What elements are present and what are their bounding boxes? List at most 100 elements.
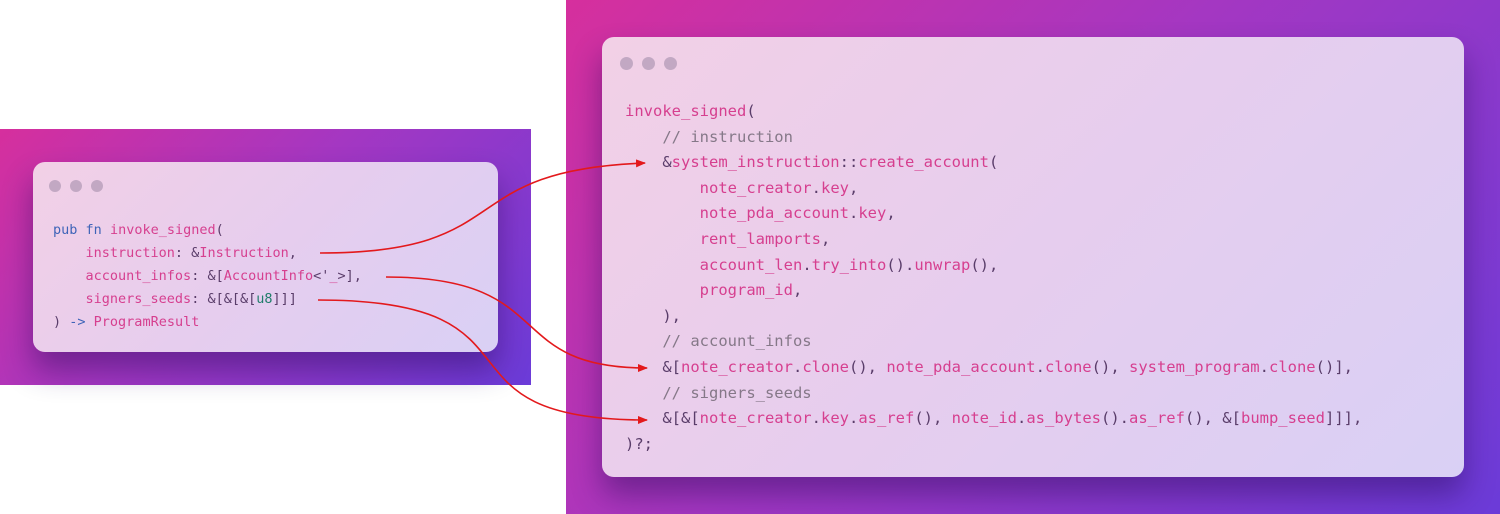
window-dot-icon <box>642 57 655 70</box>
code-token: (). <box>1100 409 1129 428</box>
code-line: rent_lamports, <box>625 227 1362 253</box>
code-token: ]]], <box>1324 409 1363 428</box>
code-token: key <box>820 409 849 428</box>
code-token: _ <box>329 268 338 284</box>
code-token: Instruction <box>199 245 289 261</box>
code-token: account_len <box>699 255 803 274</box>
code-token: create_account <box>858 153 989 172</box>
code-token: try_into <box>811 255 887 274</box>
code-line: // instruction <box>625 125 1362 151</box>
code-token: : &[&[&[ <box>191 291 257 307</box>
code-token: note_creator <box>681 357 793 376</box>
code-line: note_creator.key, <box>625 176 1362 202</box>
code-token: unwrap <box>914 255 971 274</box>
code-token: ]]] <box>272 291 297 307</box>
code-token: )?; <box>625 434 653 453</box>
code-token: system_instruction <box>671 153 840 172</box>
code-token: clone <box>1044 357 1092 376</box>
call-code-card: invoke_signed( // instruction &system_in… <box>602 37 1464 477</box>
code-token: (), <box>970 255 999 274</box>
code-token: : & <box>174 245 200 261</box>
code-token: as_ref <box>858 409 915 428</box>
code-token: key <box>820 178 849 197</box>
code-token: signers_seeds <box>85 291 192 307</box>
code-line: &[&[note_creator.key.as_ref(), note_id.a… <box>625 406 1362 432</box>
code-token: , <box>792 281 803 300</box>
code-token: invoke_signed <box>109 222 216 238</box>
code-token: -> <box>69 314 86 330</box>
code-token: . <box>1016 409 1027 428</box>
code-token: instruction <box>85 245 175 261</box>
signature-code-card: pub fn invoke_signed( instruction: &Inst… <box>33 162 498 352</box>
code-line: account_infos: &[AccountInfo<'_>], <box>53 265 362 288</box>
code-token: (), <box>1091 357 1129 376</box>
code-token: // account_infos <box>662 332 812 351</box>
code-token: . <box>848 409 859 428</box>
code-token: ProgramResult <box>93 314 200 330</box>
code-line: note_pda_account.key, <box>625 201 1362 227</box>
code-token: system_program <box>1128 357 1260 376</box>
code-token: , <box>886 204 896 223</box>
code-token: . <box>848 204 859 223</box>
code-token: pub <box>53 222 78 238</box>
code-token: . <box>811 409 821 428</box>
code-token: , <box>820 229 831 248</box>
code-token: . <box>811 178 821 197</box>
code-token: bump_seed <box>1240 409 1325 428</box>
code-token: note_id <box>951 409 1017 428</box>
code-token: ), <box>625 306 681 325</box>
code-token: (). <box>886 255 915 274</box>
code-line: &system_instruction::create_account( <box>625 150 1362 176</box>
code-token: >], <box>337 268 362 284</box>
code-line: account_len.try_into().unwrap(), <box>625 253 1362 279</box>
code-token: :: <box>839 153 859 172</box>
code-token: <' <box>313 268 330 284</box>
code-token: ( <box>215 222 224 238</box>
signature-code-block: pub fn invoke_signed( instruction: &Inst… <box>53 219 362 334</box>
code-token: account_infos <box>85 268 192 284</box>
code-line: signers_seeds: &[&[&[u8]]] <box>53 288 362 311</box>
code-line: ) -> ProgramResult <box>53 311 362 334</box>
code-line: invoke_signed( <box>625 99 1362 125</box>
code-line: &[note_creator.clone(), note_pda_account… <box>625 355 1362 381</box>
code-line: // signers_seeds <box>625 381 1362 407</box>
code-token: . <box>1259 357 1269 376</box>
code-token: . <box>1035 357 1045 376</box>
code-token: u8 <box>256 291 273 307</box>
code-token: program_id <box>699 281 793 300</box>
code-token: note_creator <box>699 178 812 197</box>
call-code-block: invoke_signed( // instruction &system_in… <box>625 99 1362 457</box>
code-token: (), &[ <box>1184 409 1241 428</box>
code-token: : &[ <box>191 268 224 284</box>
code-token: // instruction <box>662 127 793 146</box>
code-token: note_pda_account <box>699 204 849 223</box>
code-token: clone <box>1268 357 1316 376</box>
code-token: ()], <box>1315 357 1353 376</box>
code-token: (), <box>914 409 952 428</box>
window-dot-icon <box>620 57 633 70</box>
code-line: instruction: &Instruction, <box>53 242 362 265</box>
window-dot-icon <box>70 180 82 192</box>
code-line: pub fn invoke_signed( <box>53 219 362 242</box>
code-token: &[&[ <box>625 409 700 428</box>
code-token: . <box>802 255 812 274</box>
code-token: // signers_seeds <box>662 383 812 402</box>
code-token: ) <box>53 314 70 330</box>
code-line: program_id, <box>625 278 1362 304</box>
window-dot-icon <box>664 57 677 70</box>
code-line: )?; <box>625 432 1362 458</box>
code-token: as_ref <box>1128 409 1185 428</box>
code-token: note_pda_account <box>886 357 1036 376</box>
